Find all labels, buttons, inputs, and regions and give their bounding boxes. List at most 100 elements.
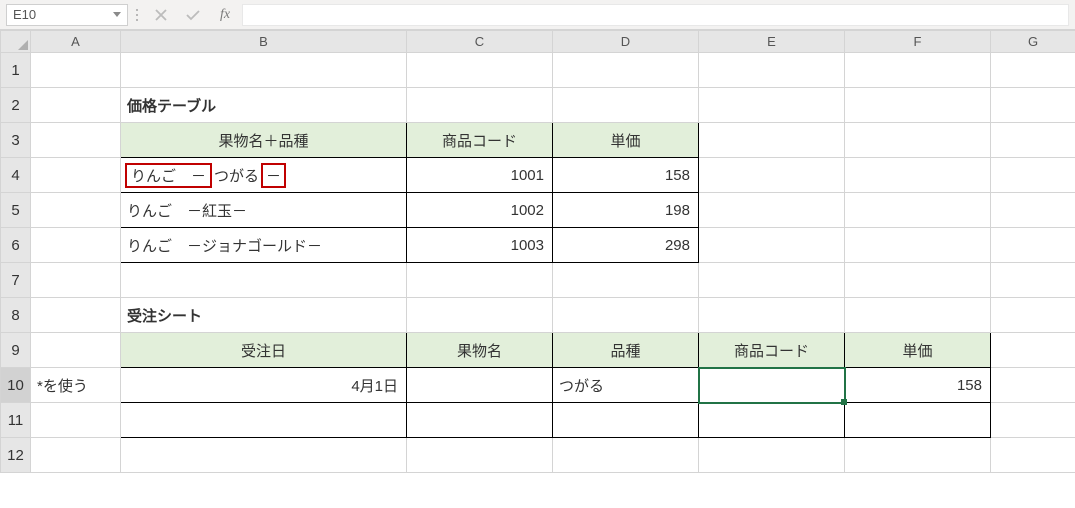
cell[interactable] xyxy=(121,53,407,88)
order-row-note[interactable]: *を使う xyxy=(31,368,121,403)
cell[interactable] xyxy=(553,263,699,298)
formula-input[interactable] xyxy=(242,4,1069,26)
cancel-icon[interactable] xyxy=(152,6,170,24)
cell[interactable] xyxy=(121,263,407,298)
fx-icon[interactable]: fx xyxy=(216,6,234,24)
order-row-code[interactable] xyxy=(699,368,845,403)
cell[interactable] xyxy=(845,88,991,123)
cell[interactable] xyxy=(31,123,121,158)
row-hdr-2[interactable]: 2 xyxy=(1,88,31,123)
cell[interactable] xyxy=(845,228,991,263)
order-row2-date[interactable] xyxy=(121,403,407,438)
cell[interactable] xyxy=(31,333,121,368)
cell[interactable] xyxy=(31,403,121,438)
cell[interactable] xyxy=(991,228,1075,263)
spreadsheet-grid[interactable]: A B C D E F G 1 2 価格テーブル xyxy=(0,30,1075,473)
price-row-3-code[interactable]: 1003 xyxy=(407,228,553,263)
price-hdr-price[interactable]: 単価 xyxy=(553,123,699,158)
price-row-3-price[interactable]: 298 xyxy=(553,228,699,263)
order-hdr-price[interactable]: 単価 xyxy=(845,333,991,368)
select-all-corner[interactable] xyxy=(1,31,31,53)
cell[interactable] xyxy=(845,298,991,333)
cell[interactable] xyxy=(31,193,121,228)
cell[interactable] xyxy=(31,228,121,263)
order-row-fruit[interactable] xyxy=(407,368,553,403)
col-hdr-A[interactable]: A xyxy=(31,31,121,53)
cell[interactable] xyxy=(991,88,1075,123)
cell[interactable] xyxy=(699,228,845,263)
order-row-variety[interactable]: つがる xyxy=(553,368,699,403)
price-row-2-code[interactable]: 1002 xyxy=(407,193,553,228)
order-row2-variety[interactable] xyxy=(553,403,699,438)
col-hdr-D[interactable]: D xyxy=(553,31,699,53)
price-row-2-name[interactable]: りんご －紅玉－ xyxy=(121,193,407,228)
cell[interactable] xyxy=(845,263,991,298)
cell[interactable] xyxy=(407,298,553,333)
cell[interactable] xyxy=(991,263,1075,298)
row-hdr-9[interactable]: 9 xyxy=(1,333,31,368)
price-row-1-code[interactable]: 1001 xyxy=(407,158,553,193)
cell[interactable] xyxy=(991,298,1075,333)
cell[interactable] xyxy=(699,88,845,123)
cell[interactable] xyxy=(991,123,1075,158)
row-hdr-7[interactable]: 7 xyxy=(1,263,31,298)
order-hdr-variety[interactable]: 品種 xyxy=(553,333,699,368)
cell[interactable] xyxy=(699,53,845,88)
cell[interactable] xyxy=(553,53,699,88)
cell[interactable] xyxy=(991,368,1075,403)
order-hdr-fruit[interactable]: 果物名 xyxy=(407,333,553,368)
cell[interactable] xyxy=(991,333,1075,368)
cell[interactable] xyxy=(407,438,553,473)
cell[interactable] xyxy=(845,193,991,228)
col-hdr-E[interactable]: E xyxy=(699,31,845,53)
chevron-down-icon[interactable] xyxy=(113,12,121,17)
cell[interactable] xyxy=(991,438,1075,473)
cell[interactable] xyxy=(845,123,991,158)
cell[interactable] xyxy=(845,438,991,473)
cell[interactable] xyxy=(845,158,991,193)
price-hdr-name[interactable]: 果物名＋品種 xyxy=(121,123,407,158)
price-row-3-name[interactable]: りんご －ジョナゴールド－ xyxy=(121,228,407,263)
col-hdr-B[interactable]: B xyxy=(121,31,407,53)
cell[interactable] xyxy=(699,263,845,298)
col-hdr-G[interactable]: G xyxy=(991,31,1075,53)
customize-quick-icon[interactable] xyxy=(136,9,138,21)
price-row-2-price[interactable]: 198 xyxy=(553,193,699,228)
cell[interactable] xyxy=(991,53,1075,88)
cell[interactable] xyxy=(31,263,121,298)
col-hdr-C[interactable]: C xyxy=(407,31,553,53)
cell[interactable] xyxy=(699,158,845,193)
order-row2-code[interactable] xyxy=(699,403,845,438)
order-sheet-title[interactable]: 受注シート xyxy=(121,298,407,333)
cell[interactable] xyxy=(31,88,121,123)
row-hdr-4[interactable]: 4 xyxy=(1,158,31,193)
cell[interactable] xyxy=(407,88,553,123)
order-hdr-date[interactable]: 受注日 xyxy=(121,333,407,368)
cell[interactable] xyxy=(407,263,553,298)
price-hdr-code[interactable]: 商品コード xyxy=(407,123,553,158)
price-row-1-price[interactable]: 158 xyxy=(553,158,699,193)
cell[interactable] xyxy=(121,438,407,473)
order-row2-fruit[interactable] xyxy=(407,403,553,438)
row-hdr-10[interactable]: 10 xyxy=(1,368,31,403)
price-row-1-name[interactable]: りんご － つがる － xyxy=(121,158,407,193)
cell[interactable] xyxy=(991,193,1075,228)
cell[interactable] xyxy=(699,298,845,333)
cell[interactable] xyxy=(991,403,1075,438)
cell[interactable] xyxy=(31,53,121,88)
row-hdr-6[interactable]: 6 xyxy=(1,228,31,263)
cell[interactable] xyxy=(553,88,699,123)
order-hdr-code[interactable]: 商品コード xyxy=(699,333,845,368)
row-hdr-5[interactable]: 5 xyxy=(1,193,31,228)
col-hdr-F[interactable]: F xyxy=(845,31,991,53)
cell[interactable] xyxy=(553,438,699,473)
cell[interactable] xyxy=(699,193,845,228)
cell[interactable] xyxy=(407,53,553,88)
row-hdr-3[interactable]: 3 xyxy=(1,123,31,158)
row-hdr-11[interactable]: 11 xyxy=(1,403,31,438)
order-row2-price[interactable] xyxy=(845,403,991,438)
cell[interactable] xyxy=(699,123,845,158)
name-box[interactable]: E10 xyxy=(6,4,128,26)
cell[interactable] xyxy=(31,298,121,333)
price-table-title[interactable]: 価格テーブル xyxy=(121,88,407,123)
